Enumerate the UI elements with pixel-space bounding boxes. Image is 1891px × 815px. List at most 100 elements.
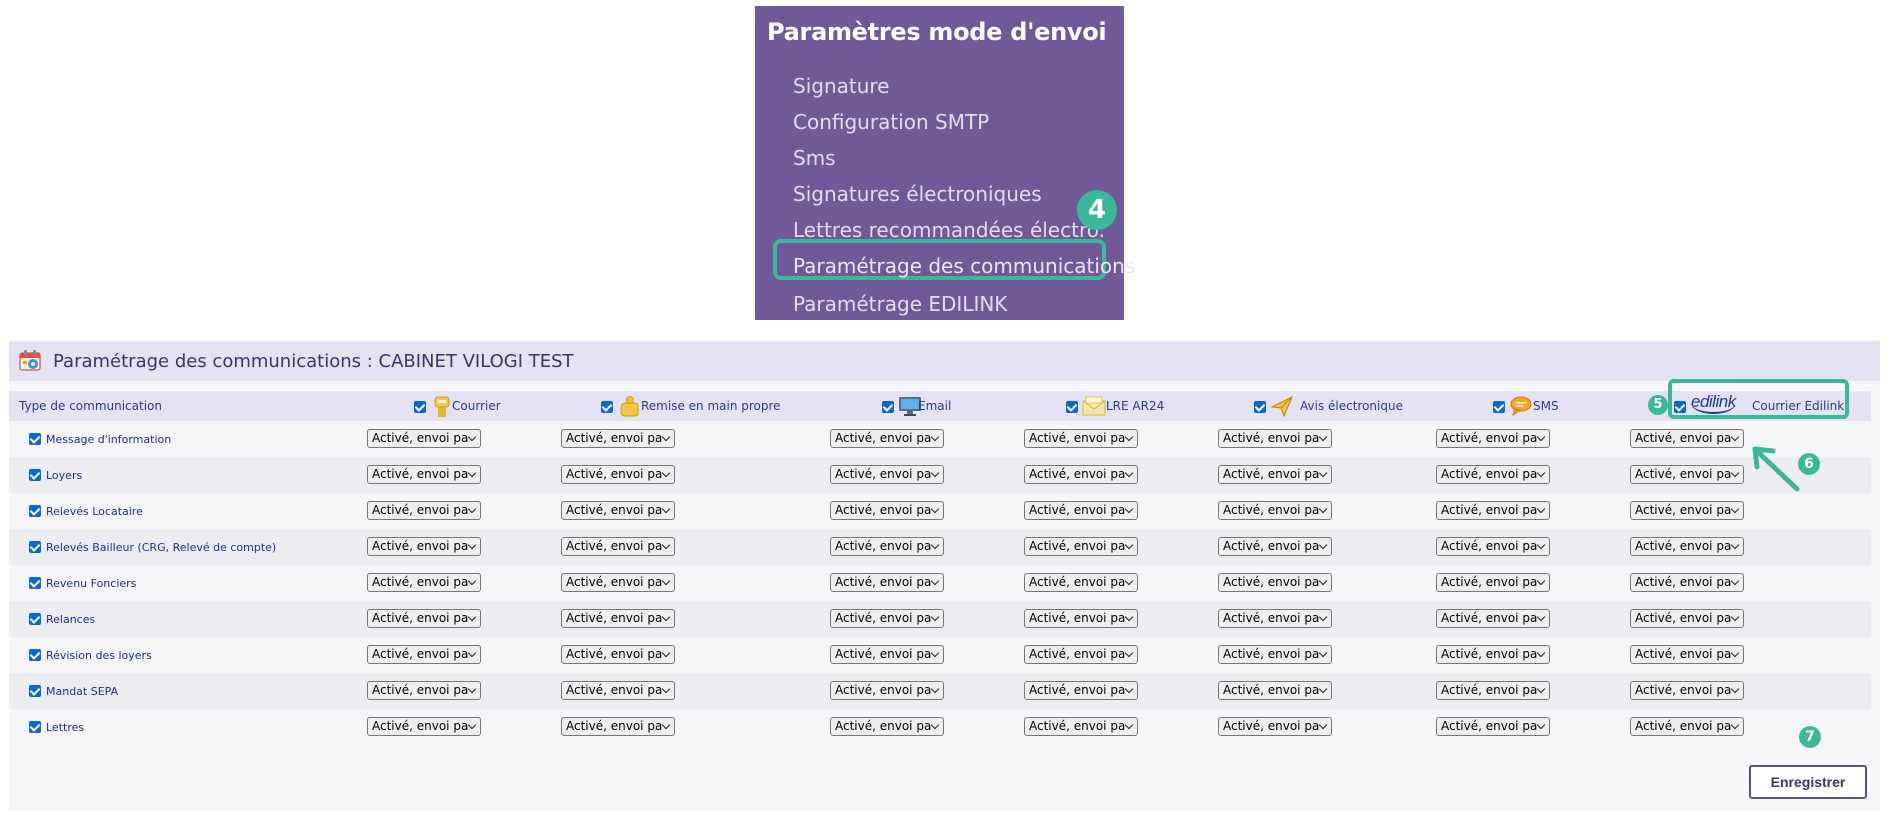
select-electronic-notice[interactable]: Activé, envoi par c — [1218, 465, 1332, 484]
column-checkbox-lre-ar24[interactable] — [1066, 401, 1078, 413]
select-email[interactable]: Activé, envoi par c — [830, 645, 944, 664]
menu-item-edilink-settings[interactable]: Paramétrage EDILINK — [793, 292, 1007, 316]
select-hand-delivery[interactable]: Activé, envoi par c — [561, 681, 675, 700]
select-electronic-notice[interactable]: Activé, envoi par c — [1218, 609, 1332, 628]
row-checkbox[interactable] — [29, 649, 41, 661]
row-checkbox[interactable] — [29, 469, 41, 481]
chevron-down-icon — [930, 720, 940, 730]
menu-item-smtp-config[interactable]: Configuration SMTP — [793, 110, 989, 134]
column-checkbox-email[interactable] — [882, 401, 894, 413]
select-email[interactable]: Activé, envoi par c — [830, 717, 944, 736]
select-email[interactable]: Activé, envoi par c — [830, 609, 944, 628]
chevron-down-icon — [1730, 648, 1740, 658]
select-sms[interactable]: Activé, envoi par c — [1436, 681, 1550, 700]
select-lre-ar24[interactable]: Activé, envoi par c — [1024, 501, 1138, 520]
select-email[interactable]: Activé, envoi par c — [830, 573, 944, 592]
select-lre-ar24[interactable]: Activé, envoi par c — [1024, 609, 1138, 628]
column-checkbox-courrier[interactable] — [414, 401, 426, 413]
select-lre-ar24[interactable]: Activé, envoi par c — [1024, 465, 1138, 484]
row-checkbox[interactable] — [29, 721, 41, 733]
select-lre-ar24[interactable]: Activé, envoi par c — [1024, 537, 1138, 556]
select-edilink[interactable]: Activé, envoi par c — [1630, 681, 1744, 700]
row-label[interactable]: Revenu Fonciers — [46, 577, 136, 590]
select-hand-delivery[interactable]: Activé, envoi par c — [561, 501, 675, 520]
select-hand-delivery[interactable]: Activé, envoi par c — [561, 609, 675, 628]
select-edilink[interactable]: Activé, envoi par c — [1630, 645, 1744, 664]
select-hand-delivery[interactable]: Activé, envoi par c — [561, 645, 675, 664]
select-hand-delivery[interactable]: Activé, envoi par c — [561, 573, 675, 592]
select-hand-delivery[interactable]: Activé, envoi par c — [561, 429, 675, 448]
select-email[interactable]: Activé, envoi par c — [830, 501, 944, 520]
select-courrier[interactable]: Activé, envoi par c — [367, 465, 481, 484]
row-label[interactable]: Message d'information — [46, 433, 171, 446]
select-edilink[interactable]: Activé, envoi par c — [1630, 501, 1744, 520]
row-checkbox[interactable] — [29, 685, 41, 697]
select-sms[interactable]: Activé, envoi par c — [1436, 609, 1550, 628]
select-sms[interactable]: Activé, envoi par c — [1436, 537, 1550, 556]
select-sms[interactable]: Activé, envoi par c — [1436, 645, 1550, 664]
row-label[interactable]: Relances — [46, 613, 95, 626]
row-checkbox[interactable] — [29, 505, 41, 517]
row-label[interactable]: Relevés Locataire — [46, 505, 143, 518]
select-courrier[interactable]: Activé, envoi par c — [367, 501, 481, 520]
select-courrier[interactable]: Activé, envoi par c — [367, 681, 481, 700]
select-lre-ar24[interactable]: Activé, envoi par c — [1024, 429, 1138, 448]
column-checkbox-electronic-notice[interactable] — [1254, 401, 1266, 413]
select-email[interactable]: Activé, envoi par c — [830, 537, 944, 556]
select-hand-delivery[interactable]: Activé, envoi par c — [561, 537, 675, 556]
chevron-down-icon — [467, 468, 477, 478]
select-email[interactable]: Activé, envoi par c — [830, 429, 944, 448]
select-email[interactable]: Activé, envoi par c — [830, 681, 944, 700]
select-electronic-notice[interactable]: Activé, envoi par c — [1218, 681, 1332, 700]
select-courrier[interactable]: Activé, envoi par c — [367, 573, 481, 592]
select-electronic-notice[interactable]: Activé, envoi par c — [1218, 645, 1332, 664]
select-edilink[interactable]: Activé, envoi par c — [1630, 609, 1744, 628]
select-sms[interactable]: Activé, envoi par c — [1436, 573, 1550, 592]
row-checkbox[interactable] — [29, 577, 41, 589]
select-courrier[interactable]: Activé, envoi par c — [367, 717, 481, 736]
row-label[interactable]: Relevés Bailleur (CRG, Relevé de compte) — [46, 541, 276, 554]
row-label[interactable]: Révision des loyers — [46, 649, 152, 662]
select-edilink[interactable]: Activé, envoi par c — [1630, 537, 1744, 556]
select-edilink[interactable]: Activé, envoi par c — [1630, 429, 1744, 448]
select-email[interactable]: Activé, envoi par c — [830, 465, 944, 484]
select-sms[interactable]: Activé, envoi par c — [1436, 465, 1550, 484]
select-lre-ar24[interactable]: Activé, envoi par c — [1024, 681, 1138, 700]
select-lre-ar24[interactable]: Activé, envoi par c — [1024, 573, 1138, 592]
row-checkbox[interactable] — [29, 541, 41, 553]
menu-item-communications-settings[interactable]: Paramétrage des communications — [793, 254, 1135, 278]
row-label[interactable]: Mandat SEPA — [46, 685, 118, 698]
chevron-down-icon — [1536, 432, 1546, 442]
select-courrier[interactable]: Activé, envoi par c — [367, 429, 481, 448]
row-checkbox[interactable] — [29, 613, 41, 625]
column-checkbox-hand-delivery[interactable] — [601, 401, 613, 413]
select-hand-delivery[interactable]: Activé, envoi par c — [561, 717, 675, 736]
select-edilink[interactable]: Activé, envoi par c — [1630, 573, 1744, 592]
select-hand-delivery[interactable]: Activé, envoi par c — [561, 465, 675, 484]
select-electronic-notice[interactable]: Activé, envoi par c — [1218, 573, 1332, 592]
select-sms[interactable]: Activé, envoi par c — [1436, 501, 1550, 520]
select-courrier[interactable]: Activé, envoi par c — [367, 609, 481, 628]
menu-item-electronic-signatures[interactable]: Signatures électroniques — [793, 182, 1042, 206]
save-button[interactable]: Enregistrer — [1749, 765, 1867, 799]
chevron-down-icon — [1124, 504, 1134, 514]
row-label[interactable]: Lettres — [46, 721, 84, 734]
select-sms[interactable]: Activé, envoi par c — [1436, 717, 1550, 736]
select-edilink[interactable]: Activé, envoi par c — [1630, 465, 1744, 484]
select-electronic-notice[interactable]: Activé, envoi par c — [1218, 429, 1332, 448]
select-electronic-notice[interactable]: Activé, envoi par c — [1218, 717, 1332, 736]
select-electronic-notice[interactable]: Activé, envoi par c — [1218, 501, 1332, 520]
select-electronic-notice[interactable]: Activé, envoi par c — [1218, 537, 1332, 556]
column-checkbox-sms[interactable] — [1493, 401, 1505, 413]
menu-item-sms[interactable]: Sms — [793, 146, 836, 170]
menu-item-signature[interactable]: Signature — [793, 74, 889, 98]
select-edilink[interactable]: Activé, envoi par c — [1630, 717, 1744, 736]
select-sms[interactable]: Activé, envoi par c — [1436, 429, 1550, 448]
row-label[interactable]: Loyers — [46, 469, 82, 482]
chevron-down-icon — [1730, 576, 1740, 586]
row-checkbox[interactable] — [29, 433, 41, 445]
select-courrier[interactable]: Activé, envoi par c — [367, 537, 481, 556]
select-courrier[interactable]: Activé, envoi par c — [367, 645, 481, 664]
select-lre-ar24[interactable]: Activé, envoi par c — [1024, 717, 1138, 736]
select-lre-ar24[interactable]: Activé, envoi par c — [1024, 645, 1138, 664]
